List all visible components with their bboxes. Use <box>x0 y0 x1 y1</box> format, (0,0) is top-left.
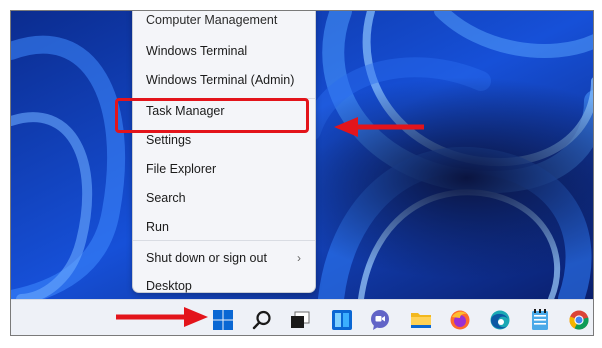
menu-item-computer-management[interactable]: Computer Management <box>133 11 315 32</box>
menu-separator <box>133 240 315 241</box>
edge-icon[interactable] <box>487 307 513 333</box>
search-icon[interactable] <box>249 307 275 333</box>
menu-item-windows-terminal-admin[interactable]: Windows Terminal (Admin) <box>133 68 315 92</box>
menu-item-file-explorer[interactable]: File Explorer <box>133 157 315 181</box>
menu-item-desktop[interactable]: Desktop <box>133 274 315 298</box>
teams-chat-icon[interactable] <box>367 307 393 333</box>
settings-highlight-box <box>115 98 309 133</box>
chrome-icon[interactable] <box>566 307 592 333</box>
menu-item-shut-down-or-sign-out[interactable]: Shut down or sign out › <box>133 246 315 270</box>
widgets-icon[interactable] <box>329 307 355 333</box>
menu-item-label: Shut down or sign out <box>146 251 267 265</box>
menu-item-run[interactable]: Run <box>133 215 315 239</box>
firefox-icon[interactable] <box>447 307 473 333</box>
windows-start-icon[interactable] <box>210 307 236 333</box>
chevron-right-icon: › <box>297 251 301 265</box>
task-view-icon[interactable] <box>287 307 313 333</box>
file-explorer-icon[interactable] <box>408 307 434 333</box>
notepad-icon[interactable] <box>527 307 553 333</box>
menu-item-windows-terminal[interactable]: Windows Terminal <box>133 39 315 63</box>
taskbar <box>11 299 593 335</box>
screenshot-frame: Computer Management Windows Terminal Win… <box>10 10 594 336</box>
menu-item-search[interactable]: Search <box>133 186 315 210</box>
start-context-menu: Computer Management Windows Terminal Win… <box>132 11 316 293</box>
